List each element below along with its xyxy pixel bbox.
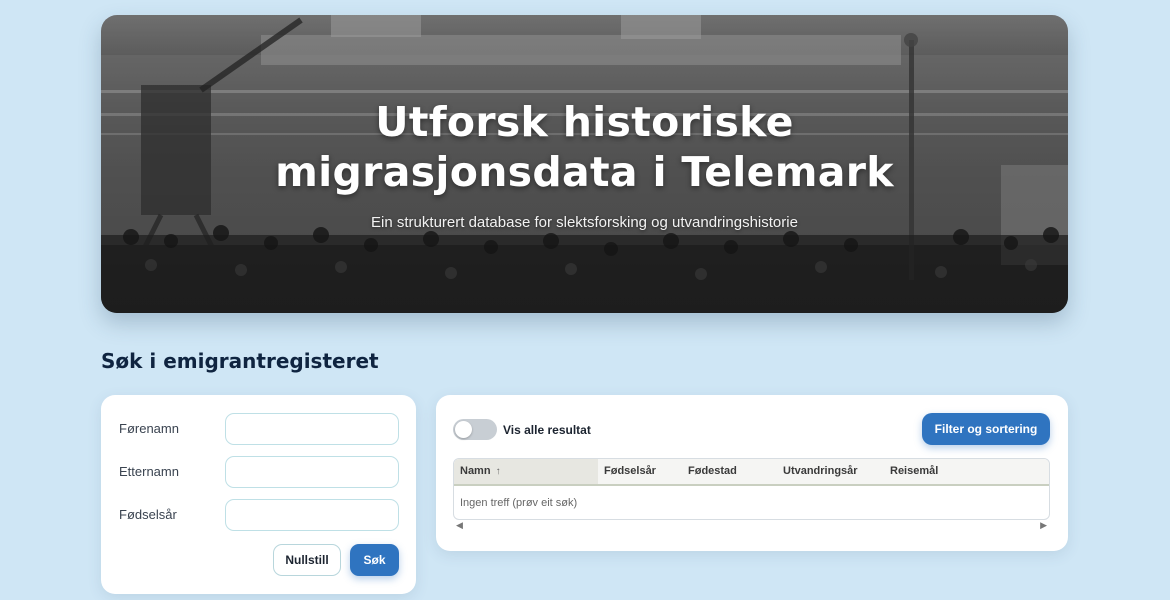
results-table: Namn ↑ Fødselsår Fødestad Utvandringsår … (453, 458, 1050, 520)
column-header-emigration-year[interactable]: Utvandringsår (777, 459, 884, 484)
filter-sort-button[interactable]: Filter og sortering (922, 413, 1050, 445)
show-all-label: Vis alle resultat (503, 423, 591, 437)
column-header-name-label: Namn (460, 465, 491, 477)
toggle-knob (455, 421, 472, 438)
empty-results-message: Ingen treff (prøv eit søk) (460, 497, 578, 509)
reset-button[interactable]: Nullstill (273, 544, 341, 576)
birth-year-row: Fødselsår (119, 499, 399, 531)
birth-year-label: Fødselsår (119, 507, 177, 522)
table-header: Namn ↑ Fødselsår Fødestad Utvandringsår … (454, 459, 1049, 486)
table-horizontal-scrollbar[interactable]: ◀ ▶ (453, 521, 1050, 531)
hero-title-line1: Utforsk historiske (375, 98, 794, 146)
hero-title: Utforsk historiske migrasjonsdata i Tele… (101, 97, 1068, 197)
hero-banner: Utforsk historiske migrasjonsdata i Tele… (101, 15, 1068, 313)
search-heading: Søk i emigrantregisteret (101, 349, 379, 373)
column-header-name[interactable]: Namn ↑ (454, 459, 598, 484)
results-card: Vis alle resultat Filter og sortering Na… (436, 395, 1068, 551)
column-header-destination[interactable]: Reisemål (884, 459, 984, 484)
last-name-row: Etternamn (119, 456, 399, 488)
arrow-up-icon: ↑ (495, 466, 501, 477)
last-name-input[interactable] (225, 456, 399, 488)
hero-title-line2: migrasjonsdata i Telemark (275, 148, 894, 196)
column-header-birthplace[interactable]: Fødestad (682, 459, 777, 484)
hero-subtitle: Ein strukturert database for slektsforsk… (371, 214, 798, 231)
triangle-left-icon[interactable]: ◀ (456, 521, 463, 531)
search-button[interactable]: Søk (350, 544, 399, 576)
birth-year-input[interactable] (225, 499, 399, 531)
first-name-label: Førenamn (119, 421, 179, 436)
search-form-card: Førenamn Etternamn Fødselsår Nullstill S… (101, 395, 416, 594)
last-name-label: Etternamn (119, 464, 179, 479)
first-name-row: Førenamn (119, 413, 399, 445)
column-header-birth-year[interactable]: Fødselsår (598, 459, 682, 484)
first-name-input[interactable] (225, 413, 399, 445)
show-all-toggle[interactable] (453, 419, 497, 440)
triangle-right-icon[interactable]: ▶ (1040, 521, 1047, 531)
